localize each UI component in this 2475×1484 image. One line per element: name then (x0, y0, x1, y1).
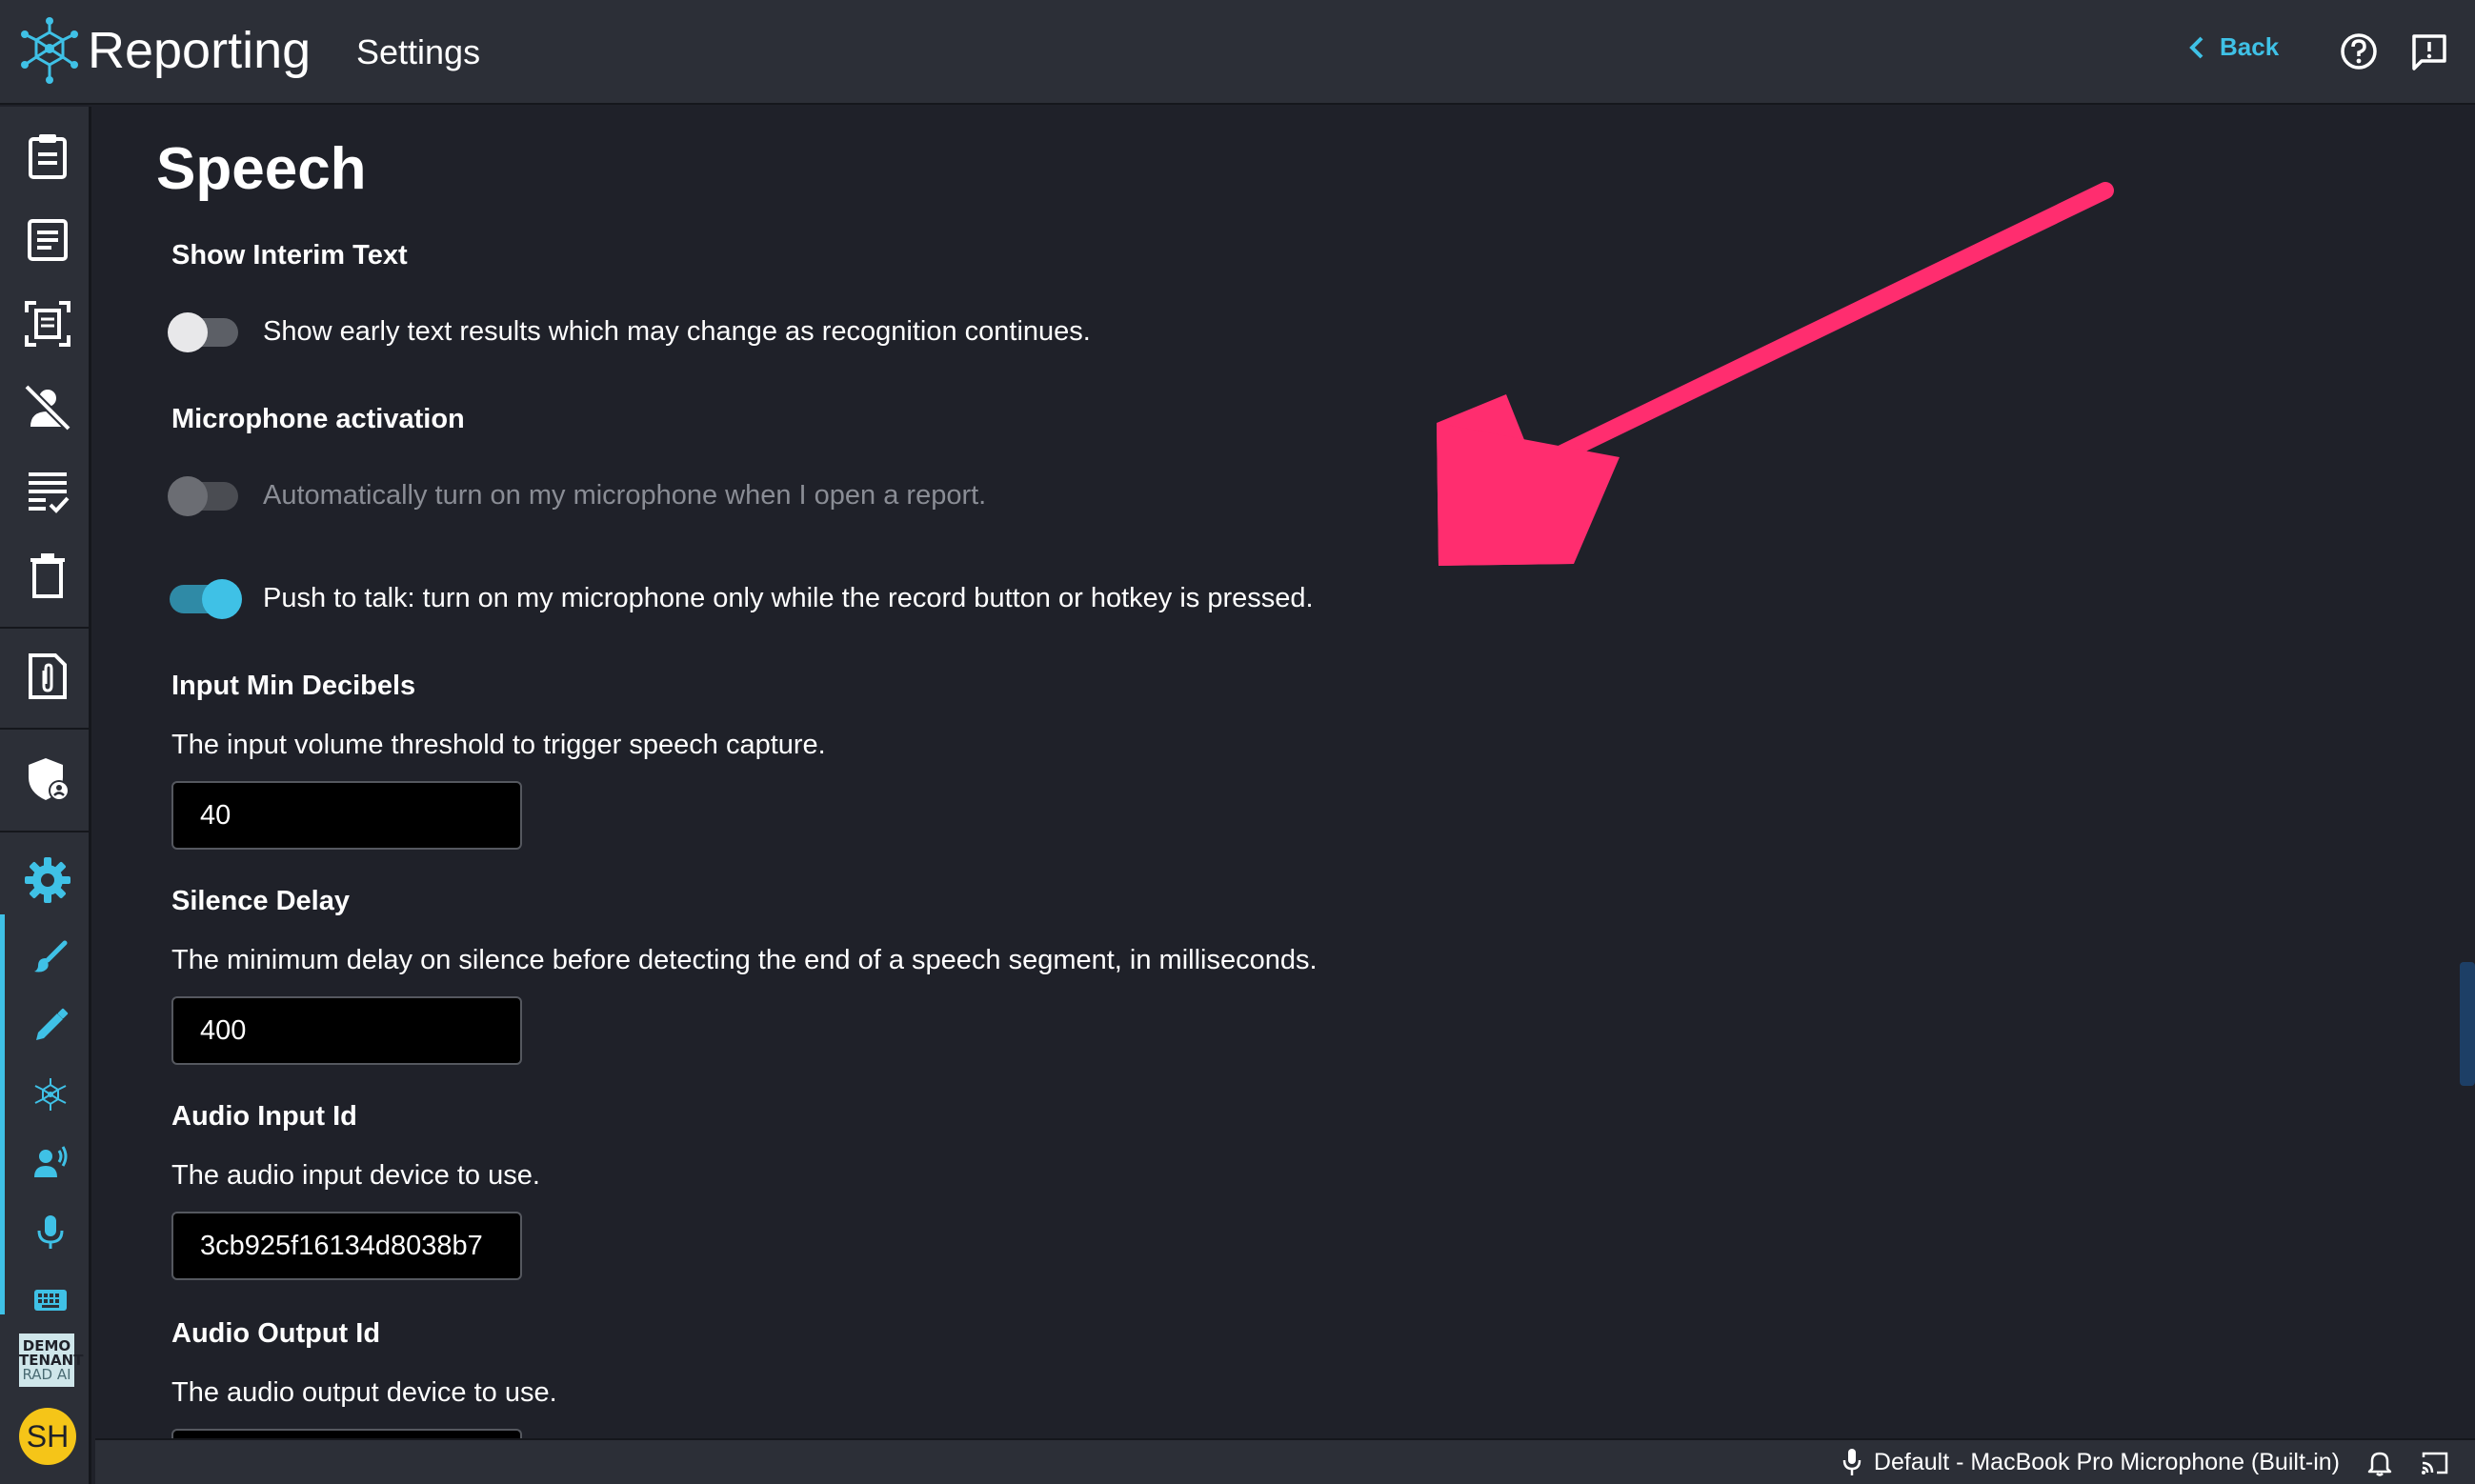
microphone-icon (1842, 1449, 1861, 1475)
min-decibels-description: The input volume threshold to trigger sp… (171, 730, 826, 760)
microphone-icon[interactable] (32, 1213, 69, 1250)
toggle-knob (202, 578, 242, 619)
sidebar-divider (0, 728, 91, 730)
status-bar: Default - MacBook Pro Microphone (Built-… (95, 1438, 2475, 1484)
push-to-talk-toggle[interactable] (170, 578, 242, 619)
sidebar-active-indicator (0, 914, 5, 1314)
audio-output-description: The audio output device to use. (171, 1377, 557, 1408)
min-decibels-label: Input Min Decibels (171, 671, 416, 701)
auto-mic-toggle (168, 475, 238, 516)
tenant-line3: RAD AI (22, 1366, 71, 1383)
pencil-icon[interactable] (32, 1008, 69, 1044)
back-button[interactable]: Back (2187, 32, 2279, 62)
shield-user-icon[interactable] (23, 754, 72, 804)
network-logo-icon (21, 17, 78, 84)
help-icon[interactable] (2338, 30, 2380, 72)
chevron-left-icon (2189, 36, 2203, 58)
sidebar (0, 107, 91, 1484)
auto-mic-toggle-text: Automatically turn on my microphone when… (263, 480, 987, 511)
top-bar: Reporting Settings Back (0, 0, 2475, 105)
mic-activation-label: Microphone activation (171, 404, 465, 434)
document-list-icon[interactable] (23, 215, 72, 265)
sidebar-divider (0, 627, 91, 629)
feedback-icon[interactable] (2408, 30, 2450, 72)
avatar[interactable]: SH (19, 1408, 76, 1465)
min-decibels-input[interactable]: 40 (171, 781, 522, 850)
push-to-talk-toggle-text: Push to talk: turn on my microphone only… (263, 583, 1314, 613)
voice-user-icon[interactable] (32, 1145, 69, 1181)
toggle-knob (168, 475, 208, 516)
keyboard-icon[interactable] (32, 1282, 69, 1318)
clipboard-icon[interactable] (23, 131, 72, 181)
audio-input-field[interactable]: 3cb925f16134d8038b7 (171, 1212, 522, 1280)
interim-toggle-row[interactable]: Show early text results which may change… (168, 311, 1091, 352)
scrollbar[interactable] (2460, 962, 2475, 1086)
sidebar-divider (0, 831, 91, 832)
checklist-icon[interactable] (23, 467, 72, 516)
mic-device-label: Default - MacBook Pro Microphone (Built-… (1873, 1448, 2340, 1475)
back-button-label: Back (2220, 32, 2280, 61)
attachment-document-icon[interactable] (23, 652, 72, 701)
interim-toggle[interactable] (168, 311, 238, 352)
push-to-talk-toggle-row[interactable]: Push to talk: turn on my microphone only… (170, 578, 1314, 619)
audio-input-label: Audio Input Id (171, 1101, 357, 1132)
trash-icon[interactable] (23, 551, 72, 600)
scan-document-icon[interactable] (23, 299, 72, 349)
network-logo-icon[interactable] (32, 1076, 69, 1113)
interim-label: Show Interim Text (171, 240, 408, 271)
interim-toggle-text: Show early text results which may change… (263, 316, 1091, 347)
silence-delay-description: The minimum delay on silence before dete… (171, 945, 1318, 975)
app-title: Reporting (88, 22, 312, 79)
audio-output-label: Audio Output Id (171, 1318, 381, 1349)
page-title: Speech (156, 136, 367, 202)
toggle-knob (168, 311, 208, 352)
section-title: Settings (356, 32, 481, 71)
annotation-arrow (1437, 182, 2114, 566)
brush-icon[interactable] (32, 939, 69, 975)
auto-mic-toggle-row: Automatically turn on my microphone when… (168, 475, 987, 516)
mic-device-status[interactable]: Default - MacBook Pro Microphone (Built-… (1841, 1448, 2340, 1476)
user-off-icon[interactable] (23, 383, 72, 432)
cast-icon[interactable] (2420, 1450, 2450, 1476)
silence-delay-label: Silence Delay (171, 886, 350, 916)
audio-input-description: The audio input device to use. (171, 1160, 540, 1191)
gear-icon[interactable] (23, 855, 72, 905)
tenant-badge[interactable]: DEMO TENANT RAD AI (19, 1334, 83, 1387)
bell-icon[interactable] (2366, 1450, 2393, 1476)
silence-delay-input[interactable]: 400 (171, 996, 522, 1065)
